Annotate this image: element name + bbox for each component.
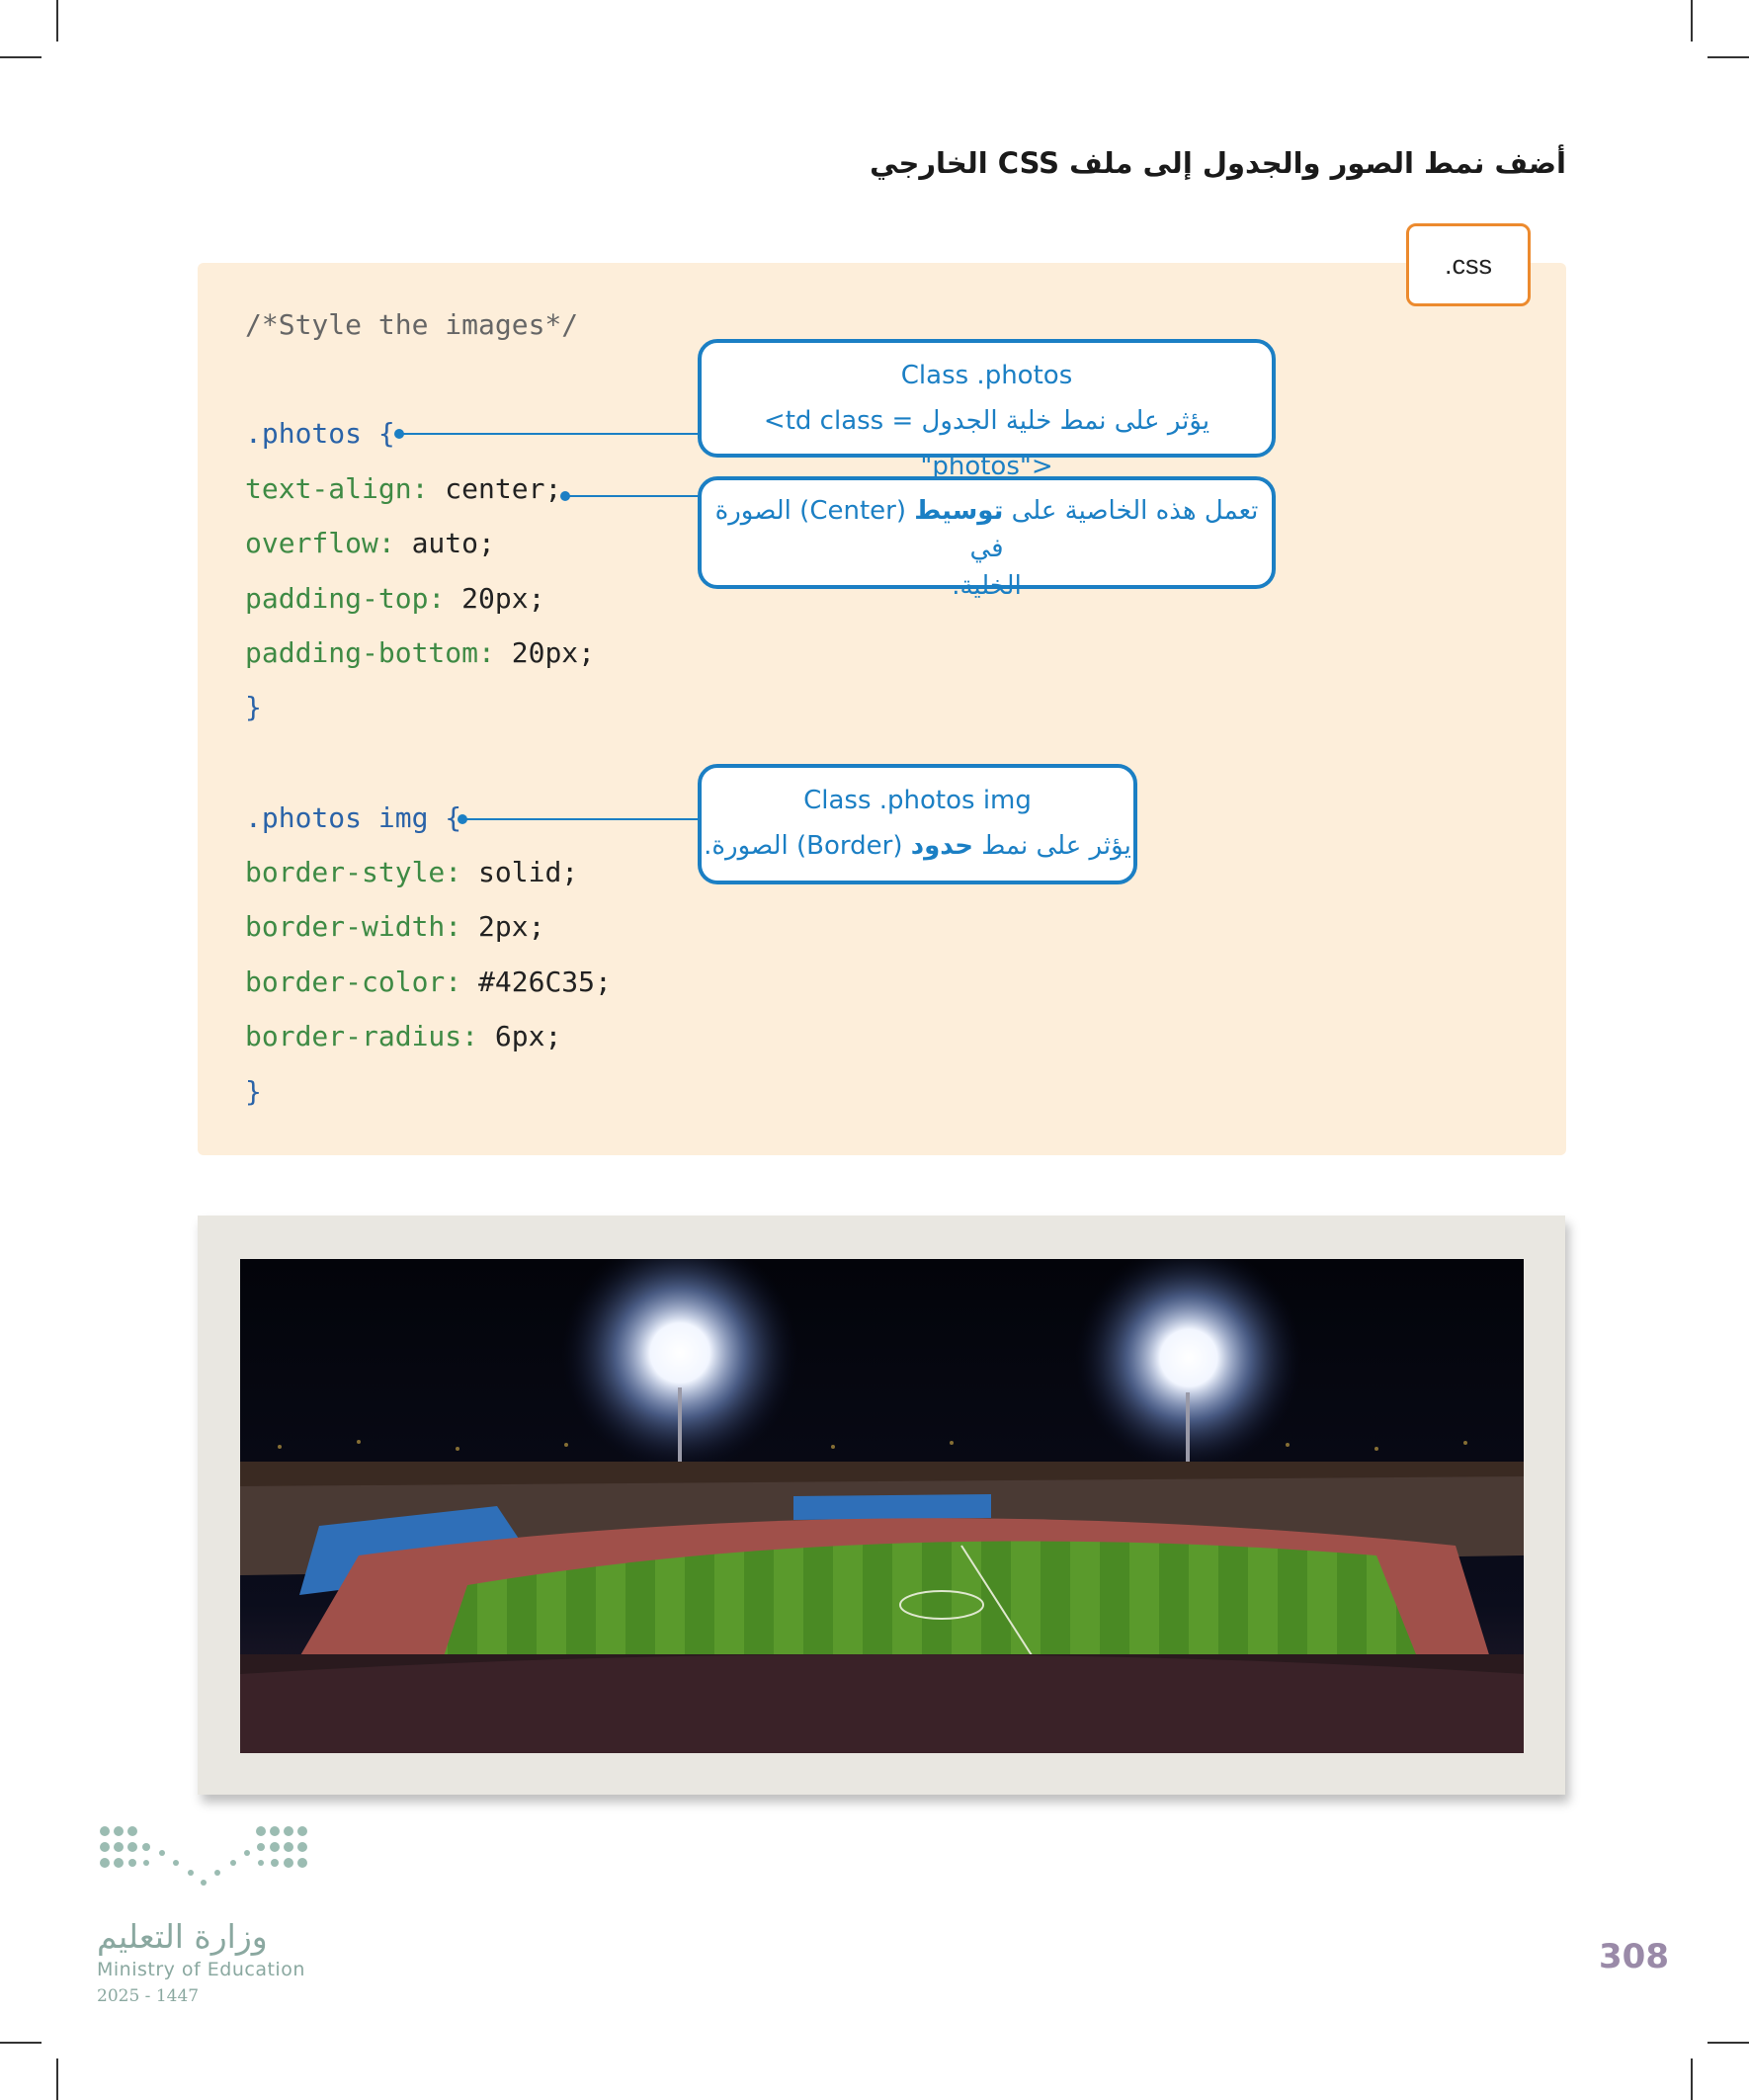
callout-description: تعمل هذه الخاصية على توسيط (Center) الصو… (702, 492, 1272, 567)
code-value: auto; (394, 527, 495, 559)
code-value: 2px; (461, 910, 545, 943)
code-close-brace: } (245, 691, 262, 723)
code-property: text-align: (245, 472, 429, 505)
crop-mark (56, 2058, 58, 2100)
callout-description: يؤثر على نمط حدود (Border) الصورة. (702, 823, 1133, 869)
stadium-photo (240, 1259, 1524, 1753)
code-line: border-style: solid; (245, 856, 578, 888)
callout-bold-text: حدود (910, 831, 974, 861)
callout-description-line2: الخلية. (952, 571, 1022, 601)
code-line: padding-bottom: 20px; (245, 636, 595, 669)
ministry-year: 2025 - 1447 (97, 1986, 200, 2006)
crop-mark (1691, 2058, 1693, 2100)
callout-bold-text: توسيط (914, 496, 1004, 526)
crop-mark (1707, 2042, 1749, 2044)
callout-desc-text: يؤثر على نمط خلية الجدول (921, 406, 1210, 436)
code-property: padding-bottom: (245, 636, 495, 669)
code-property: overflow: (245, 527, 395, 559)
leader-line (463, 818, 700, 820)
code-close-brace: } (245, 1075, 262, 1108)
code-line: border-radius: 6px; (245, 1020, 561, 1052)
code-value: #426C35; (461, 966, 612, 998)
ministry-name-english: Ministry of Education (97, 1959, 305, 1980)
crop-mark (1707, 56, 1749, 58)
code-value: 20px; (494, 636, 596, 669)
leader-line (566, 495, 700, 497)
file-type-tab: .css (1406, 223, 1531, 306)
code-value: solid; (461, 856, 579, 888)
code-line: border-color: #426C35; (245, 966, 612, 998)
ministry-name-arabic: وزارة التعليم (97, 1917, 268, 1956)
page-heading: أضف نمط الصور والجدول إلى ملف CSS الخارج… (870, 146, 1566, 180)
code-comment: /*Style the images*/ (245, 308, 579, 341)
code-property: border-width: (245, 910, 462, 943)
code-selector-photos-img: .photos img { (245, 801, 462, 834)
callout-text: تعمل هذه الخاصية على (1003, 496, 1259, 526)
callout-text: يؤثر على نمط (973, 831, 1131, 861)
stadium-illustration (240, 1259, 1524, 1753)
crop-mark (1691, 0, 1693, 42)
code-line: overflow: auto; (245, 527, 495, 559)
code-property: border-style: (245, 856, 462, 888)
callout-center: تعمل هذه الخاصية على توسيط (Center) الصو… (698, 476, 1276, 601)
leader-line (400, 433, 700, 435)
code-line: border-width: 2px; (245, 910, 544, 943)
code-property: border-color: (245, 966, 462, 998)
page-number: 308 (1599, 1937, 1669, 1976)
code-selector-photos: .photos { (245, 417, 395, 450)
crop-mark (56, 0, 58, 42)
callout-photos-img-class: Class .photos img يؤثر على نمط حدود (Bor… (698, 764, 1137, 884)
code-property: border-radius: (245, 1020, 479, 1052)
code-line: text-align: center; (245, 472, 561, 505)
callout-photos-class: Class .photos يؤثر على نمط خلية الجدول <… (698, 339, 1276, 481)
code-value: center; (428, 472, 562, 505)
crop-mark (0, 2042, 42, 2044)
code-value: 6px; (478, 1020, 562, 1052)
code-value: 20px; (445, 582, 545, 615)
callout-title: Class .photos img (803, 786, 1032, 815)
callout-title: Class .photos (900, 361, 1073, 390)
code-line: padding-top: 20px; (245, 582, 544, 615)
code-property: padding-top: (245, 582, 446, 615)
crop-mark (0, 56, 42, 58)
callout-text: (Border) الصورة. (704, 831, 911, 861)
ministry-logo-icon (100, 1826, 307, 1886)
